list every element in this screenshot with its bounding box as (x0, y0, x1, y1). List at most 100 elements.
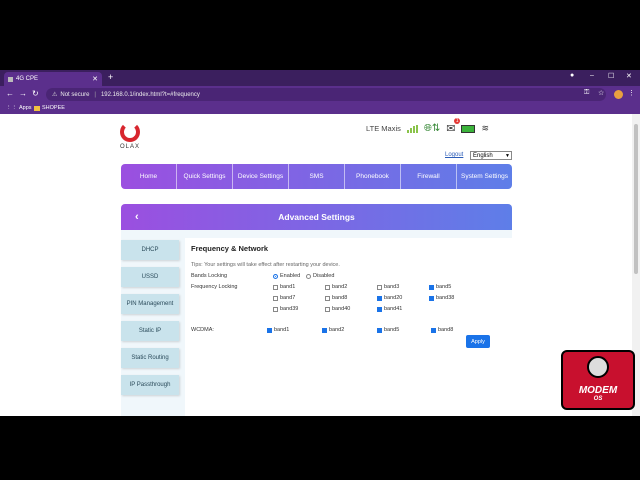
url-text: 192.168.0.1/index.html?t=#frequency (100, 91, 200, 98)
new-tab-icon[interactable]: + (108, 72, 113, 82)
band-label: band5 (384, 327, 400, 333)
band-label: band1 (280, 284, 296, 290)
nav-quick-settings[interactable]: Quick Settings (177, 164, 233, 189)
bookmark-apps[interactable]: ⋮⋮ Apps (6, 105, 32, 111)
band-label: band7 (280, 295, 296, 301)
checkbox-control[interactable] (273, 284, 278, 290)
checkbox-control[interactable] (377, 327, 382, 333)
close-window-icon[interactable]: ✕ (626, 72, 632, 80)
band-label: band8 (332, 295, 348, 301)
sidebar-item-ip-passthrough[interactable]: IP Passthrough (121, 375, 179, 395)
band-checkbox[interactable]: band41 (377, 306, 402, 312)
radio-label: Disabled (313, 273, 335, 279)
star-icon[interactable]: ☆ (598, 89, 604, 97)
band-checkbox[interactable]: band38 (429, 295, 454, 301)
checkbox-control[interactable] (273, 306, 278, 312)
close-tab-icon[interactable]: ✕ (92, 75, 98, 83)
not-secure-label: Not secure (60, 91, 90, 98)
nav-sms[interactable]: SMS (289, 164, 345, 189)
checkbox-control[interactable] (377, 295, 382, 301)
checkbox-control[interactable] (325, 284, 330, 290)
bands-locking-label: Bands Locking (191, 273, 228, 279)
menu-icon[interactable]: ⋮ (628, 89, 635, 97)
avatar[interactable] (614, 90, 623, 99)
band-checkbox[interactable]: band5 (377, 327, 399, 333)
band-checkbox[interactable]: band2 (325, 284, 347, 290)
band-label: band2 (332, 284, 348, 290)
forward-icon[interactable]: → (19, 89, 27, 98)
radio-label: Enabled (280, 273, 301, 279)
language-select[interactable]: English ▼ (470, 151, 512, 160)
radio-disabled-control[interactable] (306, 273, 311, 279)
nav-device-settings[interactable]: Device Settings (233, 164, 289, 189)
band-checkbox[interactable]: band8 (431, 327, 453, 333)
nav-firewall[interactable]: Firewall (401, 164, 457, 189)
band-checkbox[interactable]: band20 (377, 295, 402, 301)
frequency-locking-label: Frequency Locking (191, 284, 238, 290)
nav-phonebook[interactable]: Phonebook (345, 164, 401, 189)
checkbox-control[interactable] (429, 284, 434, 290)
band-label: band1 (274, 327, 290, 333)
back-icon[interactable]: ← (6, 89, 14, 98)
browser-toolbar: ← → ↻ ⚠ Not secure | 192.168.0.1/index.h… (0, 86, 640, 103)
watermark-title: MODEM (578, 385, 618, 396)
panel-title: Frequency & Network (191, 244, 269, 253)
radio-disabled[interactable]: Disabled (306, 273, 334, 279)
band-checkbox[interactable]: band5 (429, 284, 451, 290)
section-header: ‹ Advanced Settings (121, 204, 512, 230)
key-icon[interactable]: ⚿ (584, 89, 589, 97)
checkbox-control[interactable] (325, 295, 330, 301)
nav-system-settings[interactable]: System Settings (457, 164, 512, 189)
checkbox-control[interactable] (377, 284, 382, 290)
checkbox-control[interactable] (431, 327, 436, 333)
address-bar[interactable]: ⚠ Not secure | 192.168.0.1/index.html?t=… (46, 88, 606, 101)
sidebar-item-dhcp[interactable]: DHCP (121, 240, 179, 260)
radio-enabled-control[interactable] (273, 273, 278, 279)
band-label: band20 (384, 295, 403, 301)
sidebar-item-pin-management[interactable]: PIN Management (121, 294, 179, 314)
checkbox-control[interactable] (322, 327, 327, 333)
minimize-icon[interactable]: – (590, 72, 594, 79)
band-checkbox[interactable]: band8 (325, 295, 347, 301)
band-checkbox[interactable]: band1 (273, 284, 295, 290)
band-checkbox[interactable]: band1 (267, 327, 289, 333)
apply-button[interactable]: Apply (466, 335, 490, 348)
checkbox-control[interactable] (267, 327, 272, 333)
profile-icon[interactable]: ● (570, 72, 574, 79)
band-checkbox[interactable]: band39 (273, 306, 298, 312)
bookmark-label: SHOPEE (42, 105, 65, 111)
checkbox-control[interactable] (429, 295, 434, 301)
section-title: Advanced Settings (278, 212, 355, 222)
maximize-icon[interactable]: ☐ (608, 72, 614, 80)
band-label: band38 (436, 295, 455, 301)
brand-name: OLAX (120, 144, 141, 150)
band-checkbox[interactable]: band7 (273, 295, 295, 301)
band-checkbox[interactable]: band40 (325, 306, 350, 312)
bookmark-shopee[interactable]: SHOPEE (34, 105, 65, 111)
reload-icon[interactable]: ↻ (32, 89, 39, 98)
checkbox-control[interactable] (325, 306, 330, 312)
logout-link[interactable]: Logout (445, 152, 463, 158)
sidebar-item-static-ip[interactable]: Static IP (121, 321, 179, 341)
band-label: band40 (332, 306, 351, 312)
mail-count-badge: 1 (453, 118, 461, 124)
browser-tab[interactable]: 4G CPE ✕ (4, 72, 102, 86)
olax-logo: OLAX (120, 122, 150, 150)
nav-home[interactable]: Home (121, 164, 177, 189)
radio-enabled[interactable]: Enabled (273, 273, 300, 279)
battery-icon (461, 124, 476, 133)
mail-icon[interactable]: ✉ 1 (446, 118, 461, 135)
band-checkbox[interactable]: band2 (322, 327, 344, 333)
checkbox-control[interactable] (273, 295, 278, 301)
sidebar-item-static-routing[interactable]: Static Routing (121, 348, 179, 368)
language-value: English (473, 152, 493, 159)
content-area: DHCP USSD PIN Management Static IP Stati… (121, 230, 512, 416)
network-name: LTE Maxis (366, 124, 401, 133)
band-checkbox[interactable]: band3 (377, 284, 399, 290)
chevron-down-icon: ▼ (505, 152, 510, 159)
bookmarks-bar: ⋮⋮ Apps SHOPEE (0, 103, 640, 114)
sidebar-item-ussd[interactable]: USSD (121, 267, 179, 287)
checkbox-control[interactable] (377, 306, 382, 312)
scrollbar-thumb[interactable] (634, 124, 638, 274)
chevron-left-icon[interactable]: ‹ (135, 211, 139, 223)
